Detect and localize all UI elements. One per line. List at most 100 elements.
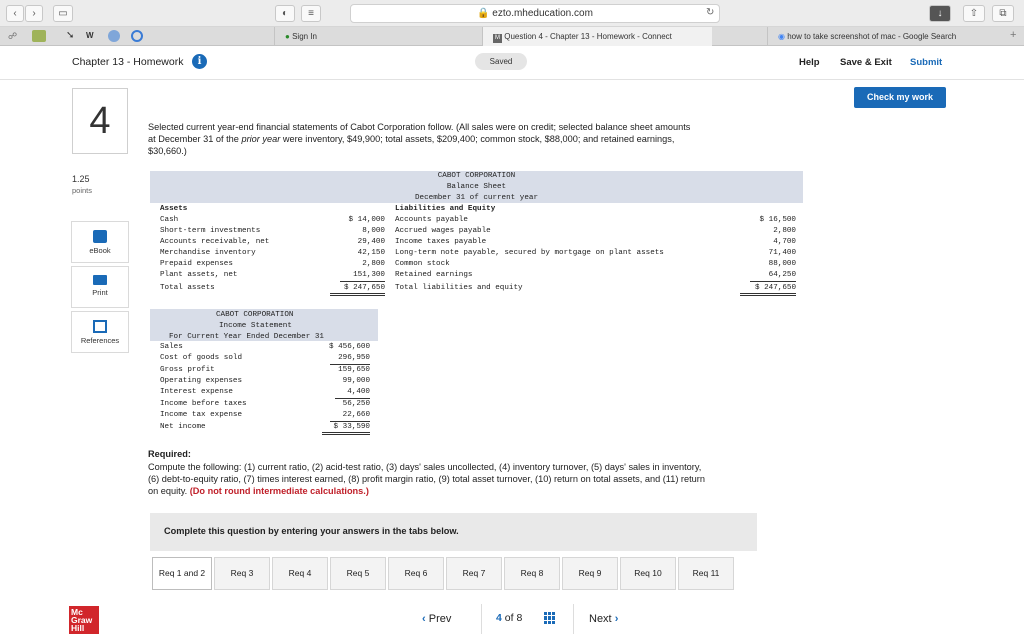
bs-asset-label: Cash (160, 216, 179, 224)
saved-status: Saved (475, 53, 527, 70)
required-line-1: Compute the following: (1) current ratio… (148, 462, 702, 472)
tab-req-3[interactable]: Req 3 (214, 557, 270, 590)
tab-req-5[interactable]: Req 5 (330, 557, 386, 590)
is-row-value: 4,400 (335, 387, 370, 399)
bs-asset-value: 42,150 (357, 249, 385, 257)
bs-liab-label: Income taxes payable (395, 238, 487, 246)
bs-liab-value: 64,250 (750, 270, 796, 282)
submit-link[interactable]: Submit (910, 57, 942, 68)
bs-total-liab-label: Total liabilities and equity (395, 284, 523, 292)
bs-asset-label: Merchandise inventory (160, 249, 256, 257)
reader-icon[interactable]: ≡ (301, 5, 321, 22)
references-icon (93, 320, 107, 333)
tab-req-1-2[interactable]: Req 1 and 2 (152, 557, 212, 590)
references-button[interactable]: References (71, 311, 129, 353)
bookmark-circle-icon[interactable] (131, 30, 143, 42)
bookmark-arrow-icon[interactable]: ➘ (66, 30, 74, 41)
tab-req-10[interactable]: Req 10 (620, 557, 676, 590)
required-heading: Required: (148, 449, 191, 459)
reload-icon[interactable]: ↻ (706, 7, 714, 18)
page-indicator: 4 of 8 (496, 612, 523, 624)
save-exit-link[interactable]: Save & Exit (840, 57, 892, 68)
divider (481, 604, 482, 634)
bs-asset-label: Plant assets, net (160, 271, 238, 279)
is-period: For Current Year Ended December 31 (169, 333, 324, 341)
tab-req-9[interactable]: Req 9 (562, 557, 618, 590)
divider (573, 604, 574, 634)
bs-company: CABOT CORPORATION (437, 172, 516, 180)
bookmark-w-icon[interactable]: W (86, 31, 94, 40)
download-icon[interactable]: ↓ (929, 5, 951, 22)
bookmark-favicon-icon[interactable] (32, 30, 46, 42)
prompt-line-1: Selected current year-end financial stat… (148, 122, 691, 132)
is-row-value: 296,950 (330, 353, 370, 365)
share-icon[interactable]: ⇧ (963, 5, 985, 22)
is-net-value: $ 33,590 (322, 422, 370, 435)
is-company: CABOT CORPORATION (216, 311, 294, 319)
tab-req-4[interactable]: Req 4 (272, 557, 328, 590)
bs-title: Balance Sheet (446, 183, 507, 191)
forward-button[interactable]: › (25, 5, 43, 22)
is-row-label: Interest expense (160, 388, 233, 396)
bs-liab-label: Common stock (395, 260, 450, 268)
info-icon[interactable]: i (192, 54, 207, 69)
tab-req-11[interactable]: Req 11 (678, 557, 734, 590)
is-row-label: Income before taxes (160, 400, 247, 408)
bs-asset-value: 2,800 (362, 260, 385, 268)
is-net-label: Net income (160, 423, 206, 431)
bookmarks-icon[interactable]: ☍ (8, 31, 17, 42)
tab-bar: ☍ ➘ W ● Sign In M Question 4 - Chapter 1… (0, 27, 1024, 46)
tab-google-search[interactable]: ◉ how to take screenshot of mac - Google… (767, 27, 1007, 46)
bs-asset-label: Short-term investments (160, 227, 261, 235)
bs-asset-value: 29,400 (357, 238, 385, 246)
help-link[interactable]: Help (799, 57, 820, 68)
next-button[interactable]: Next › (589, 606, 639, 632)
ebook-button[interactable]: eBook (71, 221, 129, 263)
is-row-value: 159,650 (338, 366, 370, 374)
bs-liab-value: 4,700 (773, 238, 796, 246)
is-row-value: 99,000 (342, 377, 370, 385)
tab-req-8[interactable]: Req 8 (504, 557, 560, 590)
question-number: 4 (72, 88, 128, 154)
is-row-label: Operating expenses (160, 377, 243, 385)
tab-req-6[interactable]: Req 6 (388, 557, 444, 590)
tabs-overview-icon[interactable]: ⧉ (992, 5, 1014, 22)
prompt-line-3: $30,660.) (148, 146, 187, 156)
privacy-icon[interactable]: ◐ (275, 5, 295, 22)
bs-asset-value: $ 14,000 (348, 216, 385, 224)
check-my-work-button[interactable]: Check my work (854, 87, 946, 108)
is-row-label: Gross profit (160, 366, 215, 374)
required-line-3: on equity. (Do not round intermediate ca… (148, 486, 369, 496)
bs-liab-value: 88,000 (768, 260, 796, 268)
print-button[interactable]: Print (71, 266, 129, 308)
back-button[interactable]: ‹ (6, 5, 24, 22)
tab-sign-in[interactable]: ● Sign In (274, 27, 464, 46)
printer-icon (93, 275, 107, 285)
bs-liab-label: Retained earnings (395, 271, 473, 279)
is-title: Income Statement (219, 322, 292, 330)
sidebar-toggle-button[interactable]: ▭ (53, 5, 73, 22)
address-bar[interactable]: 🔒 ezto.mheducation.com (350, 4, 720, 23)
is-row-label: Sales (160, 343, 183, 351)
bs-asset-value: 8,000 (362, 227, 385, 235)
prev-button[interactable]: ‹ Prev (422, 606, 476, 632)
grid-icon[interactable] (544, 612, 556, 624)
tab-question-4[interactable]: M Question 4 - Chapter 13 - Homework - C… (482, 27, 712, 46)
google-favicon-icon: ◉ (778, 32, 785, 41)
bs-liab-heading: Liabilities and Equity (395, 205, 496, 213)
bs-liab-label: Accounts payable (395, 216, 468, 224)
bs-total-liab-value: $ 247,650 (740, 283, 796, 296)
bs-liab-value: $ 16,500 (759, 216, 796, 224)
prompt-line-2: at December 31 of the prior year were in… (148, 134, 675, 144)
new-tab-button[interactable]: + (1010, 29, 1016, 41)
points-value: 1.25 (72, 174, 90, 184)
is-row-label: Cost of goods sold (160, 354, 243, 362)
chevron-left-icon: ‹ (422, 613, 426, 625)
is-row-label: Income tax expense (160, 411, 243, 419)
bs-asset-value: 151,300 (340, 270, 385, 282)
tab-req-7[interactable]: Req 7 (446, 557, 502, 590)
mcgraw-hill-logo: Mc Graw Hill (69, 606, 99, 634)
bookmark-globe-icon[interactable] (108, 30, 120, 42)
bs-total-assets-value: $ 247,650 (330, 283, 385, 296)
app-header: Chapter 13 - Homework i Saved Help Save … (0, 46, 1024, 80)
